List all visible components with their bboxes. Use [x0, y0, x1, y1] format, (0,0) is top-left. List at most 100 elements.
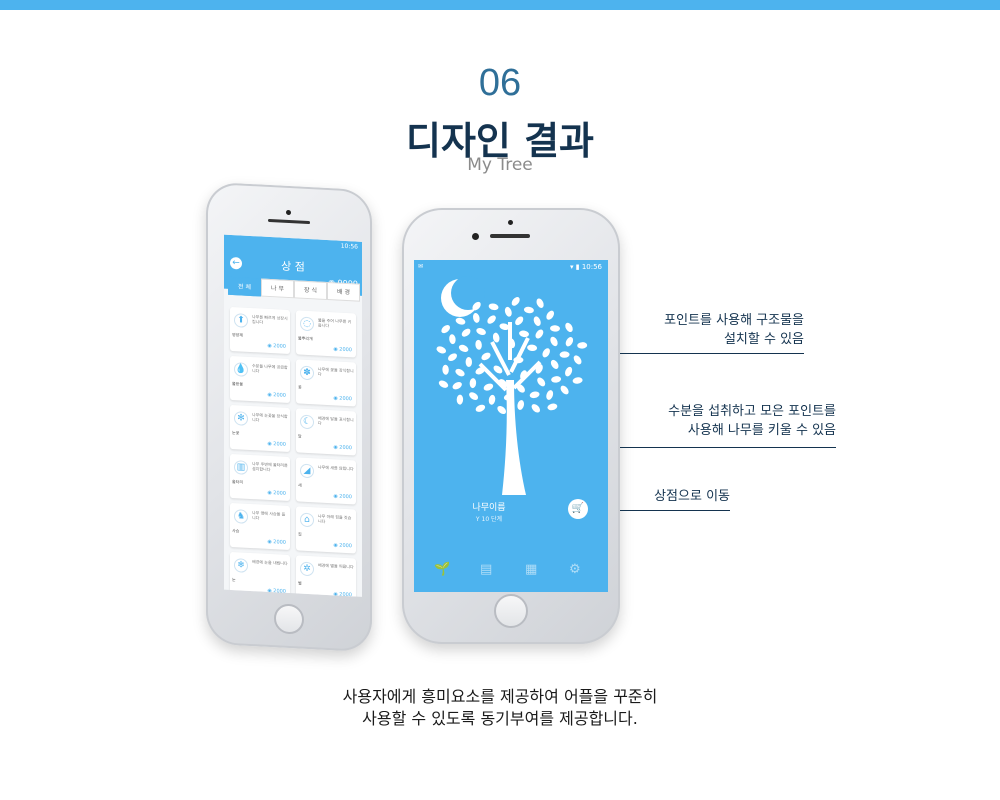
- shop-item-name: 눈꽃: [232, 430, 240, 436]
- leaf: [542, 348, 550, 358]
- tab-decor[interactable]: 장 식: [294, 280, 327, 300]
- leaf: [546, 390, 554, 400]
- shop-item-card[interactable]: 💧 수분을 나무에 공급합니다 물방울 ◉ 2000: [230, 355, 290, 404]
- shop-item-desc: 배경에 눈을 내립니다: [252, 559, 288, 566]
- shop-item-card[interactable]: ▥ 나무 주변에 울타리를 설치합니다 울타리 ◉ 2000: [230, 453, 290, 502]
- leaf: [551, 376, 562, 383]
- shop-item-card[interactable]: ☾ 배경에 달을 표시합니다 달 ◉ 2000: [296, 408, 356, 456]
- shop-item-card[interactable]: ⌂ 나무 아래 집을 짓습니다 집 ◉ 2000: [296, 506, 356, 554]
- leaf: [523, 306, 534, 314]
- leaf: [475, 404, 486, 412]
- tab-background[interactable]: 배 경: [327, 281, 360, 302]
- fence-icon: ▥: [234, 460, 248, 475]
- shop-item-card[interactable]: ❄ 배경에 눈을 내립니다 눈 ◉ 2000: [230, 551, 290, 597]
- shop-item-desc: 나무를 빠르게 성장시킵니다: [252, 314, 288, 325]
- tree-level: Y 10 단계: [414, 514, 564, 523]
- speaker: [490, 234, 530, 238]
- leaf: [559, 351, 570, 358]
- shop-item-price: ◉ 2000: [333, 542, 352, 550]
- shop-item-name: 별: [298, 580, 302, 586]
- tab-tree[interactable]: 나 무: [261, 278, 294, 299]
- shop-item-card[interactable]: ✻ 나무에 눈꽃을 장식합니다 눈꽃 ◉ 2000: [230, 404, 290, 453]
- shop-item-price: ◉ 2000: [333, 493, 352, 501]
- leaf: [483, 383, 494, 391]
- leaf: [550, 336, 558, 347]
- tree-icon: ⬆: [234, 313, 248, 328]
- leaf: [572, 377, 583, 384]
- leaf: [519, 330, 529, 338]
- leaf: [527, 344, 538, 352]
- shop-item-name: 사슴: [232, 528, 240, 534]
- shop-item-desc: 나무에 꽃을 장식합니다: [318, 366, 354, 377]
- leaf: [487, 315, 496, 324]
- house-icon: ⌂: [300, 512, 314, 528]
- leaf: [449, 334, 456, 345]
- snow-icon: ❄: [234, 558, 248, 573]
- callout-shop-text: 상점으로 이동: [654, 489, 730, 504]
- status-time: 10:56: [340, 242, 358, 251]
- leaf: [455, 368, 465, 377]
- flower-icon: ✽: [300, 365, 314, 381]
- bird-icon: ◢: [300, 463, 314, 479]
- leaf: [511, 297, 520, 306]
- speaker: [268, 218, 310, 225]
- tree-level-value: 10 단계: [481, 516, 503, 523]
- shop-item-desc: 수분을 나무에 공급합니다: [252, 363, 288, 374]
- callout-structures-line: [620, 353, 804, 354]
- shop-item-name: 눈: [232, 577, 236, 583]
- bottom-nav: 🌱 ▤ ▦ ⚙: [414, 552, 608, 592]
- leaf: [488, 303, 499, 311]
- shop-item-card[interactable]: ✽ 나무에 꽃을 장식합니다 꽃 ◉ 2000: [296, 359, 356, 407]
- leaf: [469, 378, 477, 389]
- shop-item-card[interactable]: ♞ 나무 옆에 사슴을 둡니다 사슴 ◉ 2000: [230, 502, 290, 551]
- shop-item-name: 새: [298, 482, 302, 488]
- shop-item-card[interactable]: ◌ 물을 주어 나무를 키웁니다 물뿌리개 ◉ 2000: [296, 310, 356, 358]
- shop-item-price: ◉ 2000: [267, 489, 286, 497]
- shop-item-price: ◉ 2000: [333, 591, 352, 597]
- leaf: [504, 306, 512, 317]
- leaf: [560, 385, 569, 395]
- nav-cup-icon[interactable]: ▤: [480, 562, 492, 577]
- leaf: [481, 352, 491, 361]
- top-accent-bar: [0, 0, 1000, 10]
- leaf: [529, 391, 540, 399]
- tree-illustration: [436, 276, 588, 495]
- section-number: 06: [478, 62, 522, 104]
- shop-item-name: 물뿌리개: [298, 335, 313, 342]
- footer-line-1: 사용자에게 흥미요소를 제공하여 어플을 꾸준히: [342, 687, 658, 706]
- leaf: [438, 380, 449, 388]
- nav-gear-icon[interactable]: ⚙: [569, 562, 581, 577]
- shop-item-name: 달: [298, 433, 302, 439]
- leaf: [565, 337, 574, 347]
- home-button: [274, 603, 304, 635]
- leaf: [536, 298, 544, 308]
- star-icon: ✲: [300, 561, 314, 577]
- tab-all[interactable]: 전 체: [228, 276, 261, 297]
- leaf: [465, 357, 473, 367]
- footer-line-2: 사용할 수 있도록 동기부여를 제공합니다.: [362, 709, 638, 728]
- shop-item-price: ◉ 2000: [267, 538, 286, 546]
- home-button: [494, 594, 528, 628]
- leaf: [452, 381, 462, 390]
- leaf: [441, 325, 451, 334]
- shop-item-price: ◉ 2000: [267, 391, 286, 399]
- shop-item-price: ◉ 2000: [333, 346, 352, 354]
- leaf: [533, 316, 541, 326]
- shop-item-name: 물방울: [232, 381, 244, 387]
- shop-item-card[interactable]: ⬆ 나무를 빠르게 성장시킵니다 영양제 ◉ 2000: [230, 306, 290, 355]
- cart-button[interactable]: 🛒: [568, 499, 588, 519]
- shop-item-grid: ⬆ 나무를 빠르게 성장시킵니다 영양제 ◉ 2000 ◌ 물을 주어 나무를 키웁니다 물…: [230, 306, 358, 597]
- leaf: [513, 356, 524, 364]
- deer-icon: ♞: [234, 509, 248, 524]
- nav-calendar-icon[interactable]: ▦: [525, 562, 537, 577]
- shop-item-card[interactable]: ✲ 배경에 별을 띄웁니다 별 ◉ 2000: [296, 555, 356, 597]
- leaf: [469, 392, 479, 400]
- nav-sprout-icon[interactable]: 🌱: [434, 562, 450, 577]
- phone-tree-mockup: ✉ ▾ ▮ 10:56 나무이름 Y 10 단계 🛒 🌱 ▤ ▦ ⚙: [402, 208, 620, 644]
- shop-item-card[interactable]: ◢ 나무에 새를 앉힙니다 새 ◉ 2000: [296, 457, 356, 505]
- callout-grow-tree-text: 수분을 섭취하고 모은 포인트를 사용해 나무를 키울 수 있음: [668, 404, 836, 438]
- callout-grow-tree-line: [620, 447, 836, 448]
- shop-item-desc: 나무 아래 집을 짓습니다: [318, 513, 352, 524]
- side-camera: [472, 233, 479, 240]
- phone-shop-mockup: 10:56 ← 상 점 ◉ 9999 전 체 나 무 장 식 배 경 ⬆나무를 …: [206, 181, 372, 653]
